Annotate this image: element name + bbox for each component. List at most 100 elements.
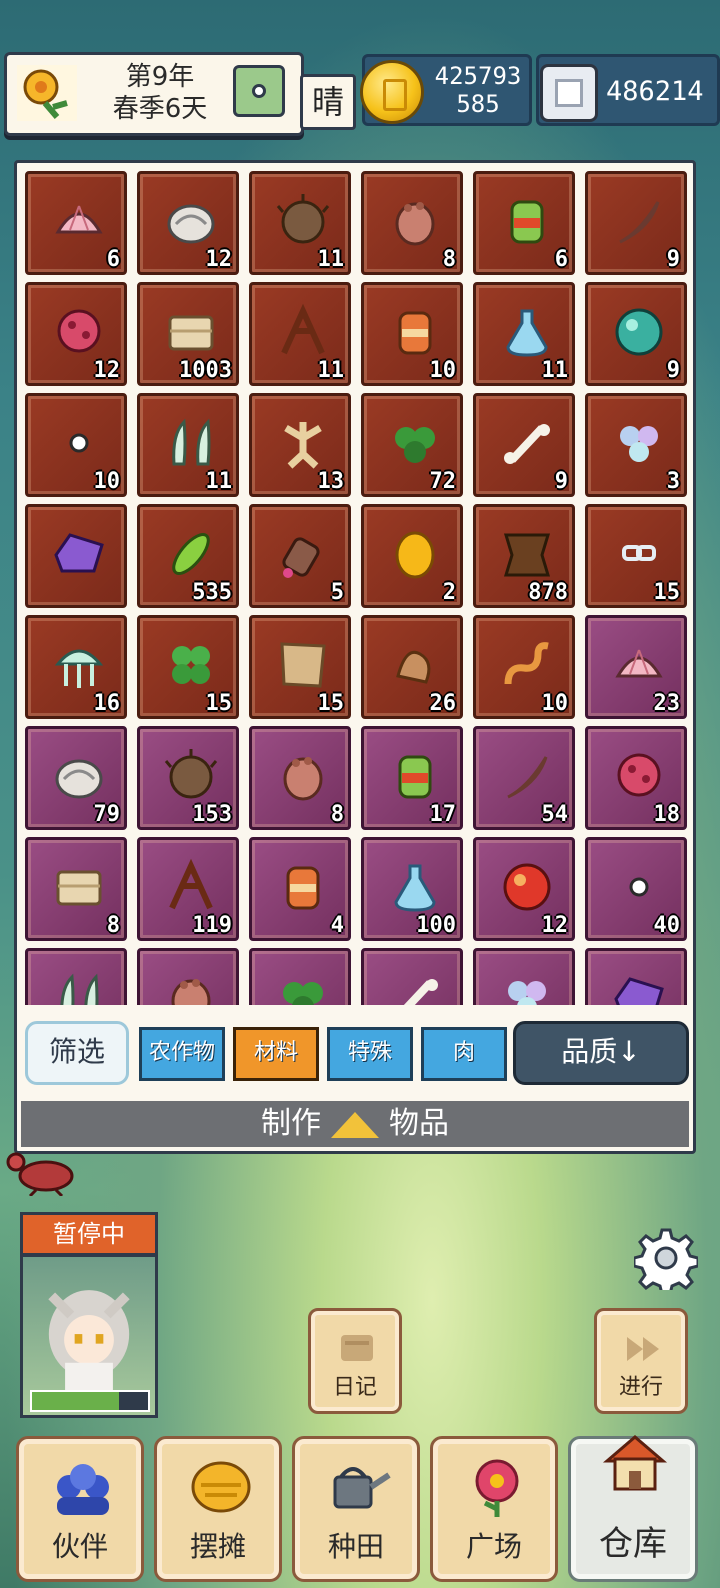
nav-farming[interactable]: 种田 — [292, 1436, 420, 1582]
tab-special[interactable]: 特殊 — [327, 1027, 413, 1081]
inventory-slot[interactable]: 5 — [249, 504, 351, 608]
inventory-slot[interactable]: 4 — [249, 837, 351, 941]
item-count: 119 — [192, 913, 232, 938]
inventory-slot[interactable]: 15 — [585, 504, 687, 608]
inventory-slot[interactable]: 12 — [137, 171, 239, 275]
inventory-slot[interactable] — [585, 948, 687, 1005]
inventory-slot[interactable] — [25, 504, 127, 608]
inventory-slot[interactable]: 26 — [361, 615, 463, 719]
inventory-slot[interactable] — [249, 948, 351, 1005]
gold-amount: 425793 585 — [434, 62, 522, 118]
nav-plaza[interactable]: 广场 — [430, 1436, 558, 1582]
item-count: 13 — [317, 469, 345, 494]
inventory-slot[interactable]: 79 — [25, 726, 127, 830]
pearl-icon — [629, 877, 649, 897]
clover-icon — [172, 646, 210, 684]
item-count: 535 — [192, 580, 232, 605]
inventory-slot[interactable]: 878 — [473, 504, 575, 608]
item-count: 10 — [541, 691, 569, 716]
inventory-slot[interactable] — [473, 948, 575, 1005]
inventory-slot[interactable]: 12 — [25, 282, 127, 386]
inventory-slot[interactable]: 11 — [249, 171, 351, 275]
inventory-slot[interactable]: 10 — [25, 393, 127, 497]
inventory-slot[interactable]: 3 — [585, 393, 687, 497]
potion-flask-icon — [394, 864, 436, 912]
tab-crops[interactable]: 农作物 — [139, 1027, 225, 1081]
ginseng-root-icon — [284, 422, 322, 469]
inventory-slot[interactable]: 8 — [25, 837, 127, 941]
season-day-label: 春季6天 — [112, 94, 208, 124]
inventory-slot[interactable]: 9 — [473, 393, 575, 497]
cloth-bundle-icon — [56, 870, 102, 906]
nav-stall[interactable]: 摆摊 — [154, 1436, 282, 1582]
feather-icon — [507, 756, 548, 799]
item-count: 16 — [93, 691, 121, 716]
time-icon[interactable] — [233, 65, 285, 117]
nav-partners[interactable]: 伙伴 — [16, 1436, 144, 1582]
green-pod-icon — [172, 533, 210, 575]
snail-shell-icon — [55, 759, 103, 799]
inventory-slot[interactable]: 72 — [361, 393, 463, 497]
inventory-slot[interactable]: 15 — [137, 615, 239, 719]
proceed-button[interactable]: 进行 — [594, 1308, 688, 1414]
inventory-slot[interactable]: 9 — [585, 171, 687, 275]
inventory-slot[interactable]: 10 — [473, 615, 575, 719]
date-card[interactable]: 第9年 春季6天 — [4, 52, 304, 136]
inventory-slot[interactable]: 13 — [249, 393, 351, 497]
inventory-slot[interactable]: 8 — [249, 726, 351, 830]
proceed-label: 进行 — [618, 1375, 663, 1400]
crystal-flower-icon — [508, 981, 546, 1005]
golden-egg-icon — [395, 531, 435, 579]
inventory-slot[interactable]: 15 — [249, 615, 351, 719]
seashell-icon — [615, 649, 663, 678]
inventory-slot[interactable]: 12 — [473, 837, 575, 941]
inventory-slot[interactable]: 1003 — [137, 282, 239, 386]
health-bar-fill — [32, 1392, 119, 1410]
inventory-slot[interactable]: 40 — [585, 837, 687, 941]
item-count: 9 — [666, 358, 680, 383]
inventory-slot[interactable]: 23 — [585, 615, 687, 719]
item-count: 9 — [666, 247, 680, 272]
inventory-slot[interactable]: 8 — [361, 171, 463, 275]
inventory-slot[interactable]: 11 — [137, 393, 239, 497]
tab-materials[interactable]: 材料 — [233, 1027, 319, 1081]
inventory-slot[interactable]: 11 — [249, 282, 351, 386]
green-orb-icon — [615, 308, 663, 356]
inventory-slot[interactable] — [25, 948, 127, 1005]
inventory-slot[interactable]: 100 — [361, 837, 463, 941]
inventory-slot[interactable]: 6 — [25, 171, 127, 275]
inventory-slot[interactable]: 17 — [361, 726, 463, 830]
inventory-slot[interactable]: 11 — [473, 282, 575, 386]
inventory-grid[interactable]: 6 12 11 8 6 9 12 1003 11 10 11 9 10 11 13 72 9 3 535 5 2 878 1… — [23, 169, 693, 1005]
inventory-slot[interactable]: 2 — [361, 504, 463, 608]
inventory-slot[interactable] — [361, 948, 463, 1005]
nav-stall-label: 摆摊 — [189, 1530, 246, 1563]
item-count: 9 — [554, 469, 568, 494]
item-count: 8 — [106, 913, 120, 938]
inventory-slot[interactable]: 54 — [473, 726, 575, 830]
inventory-slot[interactable]: 18 — [585, 726, 687, 830]
inventory-slot[interactable]: 119 — [137, 837, 239, 941]
item-count: 12 — [541, 913, 569, 938]
inventory-slot[interactable]: 9 — [585, 282, 687, 386]
inventory-slot[interactable]: 16 — [25, 615, 127, 719]
item-count: 17 — [429, 802, 457, 827]
item-count: 6 — [106, 247, 120, 272]
nav-warehouse[interactable]: 仓库 — [568, 1435, 698, 1582]
tab-meat[interactable]: 肉 — [421, 1027, 507, 1081]
inventory-slot[interactable]: 10 — [361, 282, 463, 386]
paw-meat-icon — [171, 979, 211, 1005]
herb-leaves-icon — [283, 982, 323, 1005]
gear-icon[interactable] — [634, 1226, 698, 1290]
diary-button[interactable]: 日记 — [308, 1308, 402, 1414]
inventory-slot[interactable]: 535 — [137, 504, 239, 608]
quality-sort-button[interactable]: 品质↓ — [513, 1021, 689, 1085]
item-count: 10 — [429, 358, 457, 383]
seashell-icon — [55, 205, 103, 234]
filter-button[interactable]: 筛选 — [25, 1021, 129, 1085]
inventory-slot[interactable]: 6 — [473, 171, 575, 275]
craft-toggle-bar[interactable]: 制作 物品 — [21, 1101, 689, 1147]
inventory-slot[interactable]: 153 — [137, 726, 239, 830]
inventory-slot[interactable] — [137, 948, 239, 1005]
feather-icon — [619, 201, 660, 244]
